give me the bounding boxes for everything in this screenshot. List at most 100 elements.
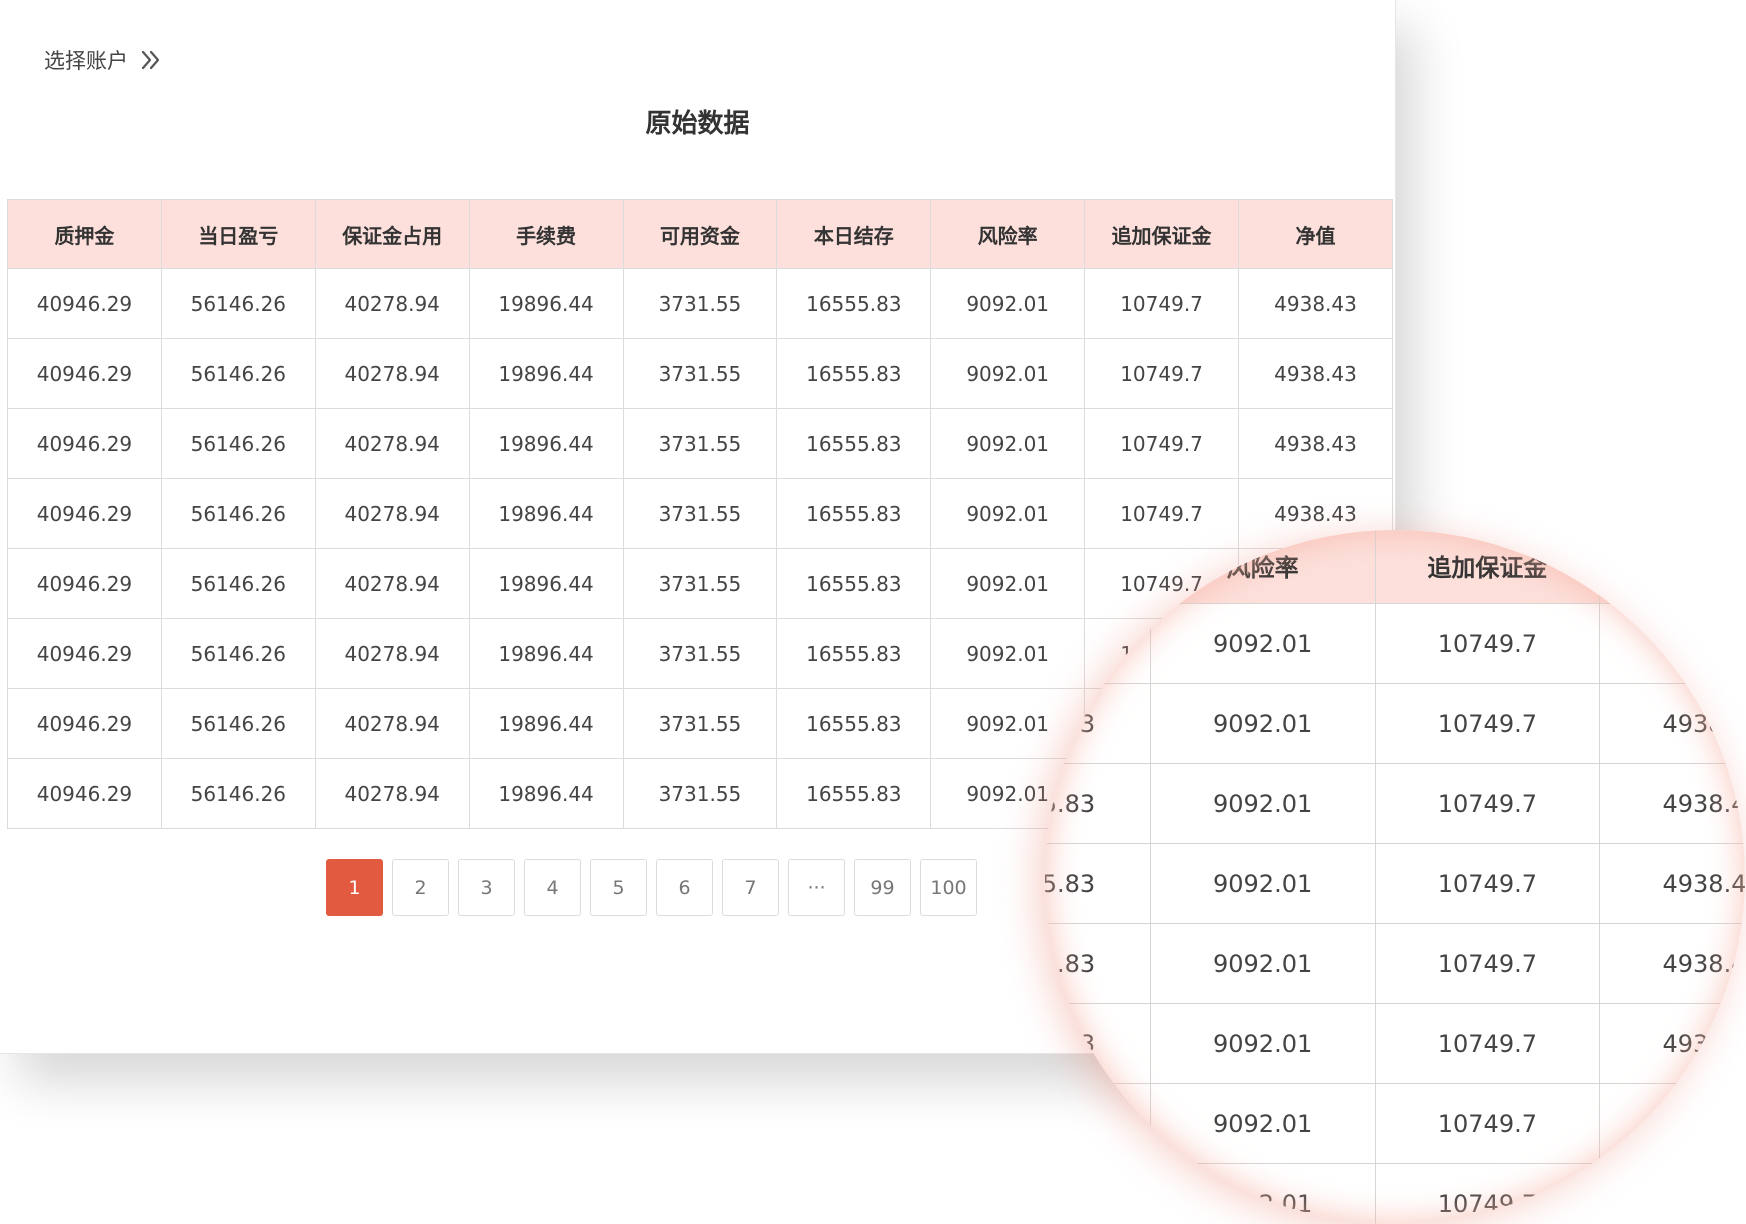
magnified-cell: 4938.43 <box>1599 603 1745 684</box>
magnified-column-header: 风险率 <box>1149 530 1376 604</box>
table-cell: 40946.29 <box>7 338 162 409</box>
page-button[interactable]: 1 <box>326 859 383 916</box>
magnified-row: 16555.839092.0110749.74938.43 <box>1045 603 1745 684</box>
page-button[interactable]: 2 <box>392 859 449 916</box>
table-cell: 40278.94 <box>314 338 470 409</box>
table-cell: 40946.29 <box>7 688 162 759</box>
table-cell: 40946.29 <box>7 268 162 339</box>
table-cell: 16555.83 <box>776 478 932 549</box>
table-cell: 56146.26 <box>160 618 316 689</box>
table-cell: 56146.26 <box>160 408 316 479</box>
table-cell: 3731.55 <box>622 478 778 549</box>
magnified-cell: 16555.83 <box>1045 603 1151 684</box>
table-cell: 19896.44 <box>468 338 624 409</box>
table-cell: 40946.29 <box>7 618 162 689</box>
column-header: 手续费 <box>468 199 624 269</box>
magnified-cell: 16555.83 <box>1045 1083 1151 1164</box>
magnified-cell: 16555.83 <box>1045 1003 1151 1084</box>
magnified-cell: 10749.7 <box>1374 843 1601 924</box>
magnified-row: 16555.839092.0110749.74938.43 <box>1045 843 1745 924</box>
magnified-row: 16555.839092.0110749.74938.43 <box>1045 923 1745 1004</box>
magnified-cell: 16555.83 <box>1045 923 1151 1004</box>
table-row: 40946.29 56146.26 40278.94 19896.44 3731.55 1… <box>7 338 1393 409</box>
magnified-cell: 10749.7 <box>1374 1083 1601 1164</box>
page-button[interactable]: 7 <box>722 859 779 916</box>
table-cell: 40946.29 <box>7 758 162 829</box>
magnified-cell: 9092.01 <box>1149 1083 1376 1164</box>
magnified-row: 16555.839092.0110749.74938.43 <box>1045 1003 1745 1084</box>
table-cell: 56146.26 <box>160 758 316 829</box>
table-cell: 56146.26 <box>160 338 316 409</box>
magnified-cell: 10749.7 <box>1374 763 1601 844</box>
table-row: 40946.29 56146.26 40278.94 19896.44 3731.55 1… <box>7 408 1393 479</box>
table-cell: 16555.83 <box>776 338 932 409</box>
table-cell: 10749.7 <box>1084 408 1239 479</box>
column-header: 质押金 <box>7 199 162 269</box>
table-cell: 3731.55 <box>622 548 778 619</box>
table-cell: 3731.55 <box>622 268 778 339</box>
magnified-cell: 4938.43 <box>1599 843 1745 924</box>
magnified-cell: 9092.01 <box>1149 603 1376 684</box>
magnified-column-header: 净值 <box>1599 530 1745 604</box>
magnified-cell: 10749.7 <box>1374 683 1601 764</box>
table-cell: 40278.94 <box>314 478 470 549</box>
table-cell: 40278.94 <box>314 758 470 829</box>
page-button[interactable]: 100 <box>920 859 977 916</box>
magnified-header-row: 本日结存风险率追加保证金净值 <box>1045 530 1745 604</box>
select-account-label: 选择账户 <box>44 49 128 73</box>
table-cell: 19896.44 <box>468 268 624 339</box>
magnified-cell: 16555.83 <box>1045 1163 1151 1224</box>
magnified-cell: 10749.7 <box>1374 1163 1601 1224</box>
table-cell: 40946.29 <box>7 548 162 619</box>
column-header: 当日盈亏 <box>160 199 316 269</box>
column-header: 风险率 <box>930 199 1086 269</box>
magnified-cell: 9092.01 <box>1149 763 1376 844</box>
magnified-row: 16555.839092.0110749.74938.43 <box>1045 1083 1745 1164</box>
magnified-row: 16555.839092.0110749.74938.43 <box>1045 1163 1745 1224</box>
table-cell: 3731.55 <box>622 758 778 829</box>
table-cell: 16555.83 <box>776 548 932 619</box>
magnified-cell: 10749.7 <box>1374 1003 1601 1084</box>
page-button[interactable]: 99 <box>854 859 911 916</box>
magnifier-lens: 本日结存风险率追加保证金净值 16555.839092.0110749.7493… <box>1045 530 1745 1224</box>
page-button[interactable]: 3 <box>458 859 515 916</box>
table-cell: 19896.44 <box>468 688 624 759</box>
table-cell: 3731.55 <box>622 688 778 759</box>
magnified-table: 本日结存风险率追加保证金净值 16555.839092.0110749.7493… <box>1045 530 1745 1224</box>
table-cell: 16555.83 <box>776 408 932 479</box>
magnified-cell: 16555.83 <box>1045 763 1151 844</box>
table-cell: 40278.94 <box>314 618 470 689</box>
table-cell: 10749.7 <box>1084 338 1239 409</box>
page-button[interactable]: ··· <box>788 859 845 916</box>
table-cell: 19896.44 <box>468 618 624 689</box>
table-cell: 3731.55 <box>622 618 778 689</box>
column-header: 保证金占用 <box>314 199 470 269</box>
table-cell: 16555.83 <box>776 268 932 339</box>
magnified-table-body: 16555.839092.0110749.74938.4316555.83909… <box>1045 603 1745 1224</box>
magnified-cell: 9092.01 <box>1149 683 1376 764</box>
magnified-cell: 4938.43 <box>1599 1163 1745 1224</box>
magnified-cell: 4938.43 <box>1599 763 1745 844</box>
column-header: 净值 <box>1238 199 1393 269</box>
page-button[interactable]: 6 <box>656 859 713 916</box>
page-button[interactable]: 4 <box>524 859 581 916</box>
double-chevron-right-icon <box>141 50 160 70</box>
magnified-cell: 4938.43 <box>1599 923 1745 1004</box>
magnified-cell: 9092.01 <box>1149 1163 1376 1224</box>
table-cell: 19896.44 <box>468 408 624 479</box>
table-cell: 4938.43 <box>1238 338 1393 409</box>
table-cell: 16555.83 <box>776 618 932 689</box>
table-cell: 4938.43 <box>1238 268 1393 339</box>
table-cell: 3731.55 <box>622 408 778 479</box>
table-cell: 56146.26 <box>160 478 316 549</box>
table-cell: 10749.7 <box>1084 268 1239 339</box>
magnified-column-header: 追加保证金 <box>1374 530 1601 604</box>
page-button[interactable]: 5 <box>590 859 647 916</box>
select-account-button[interactable]: 选择账户 <box>44 44 162 76</box>
column-header: 追加保证金 <box>1084 199 1239 269</box>
table-cell: 40278.94 <box>314 408 470 479</box>
magnified-cell: 4938.43 <box>1599 683 1745 764</box>
table-cell: 3731.55 <box>622 338 778 409</box>
table-cell: 40946.29 <box>7 478 162 549</box>
table-header-row: 质押金 当日盈亏 保证金占用 手续费 可用资金 本日结存 风险率 追加保证金 净值 <box>7 199 1393 269</box>
